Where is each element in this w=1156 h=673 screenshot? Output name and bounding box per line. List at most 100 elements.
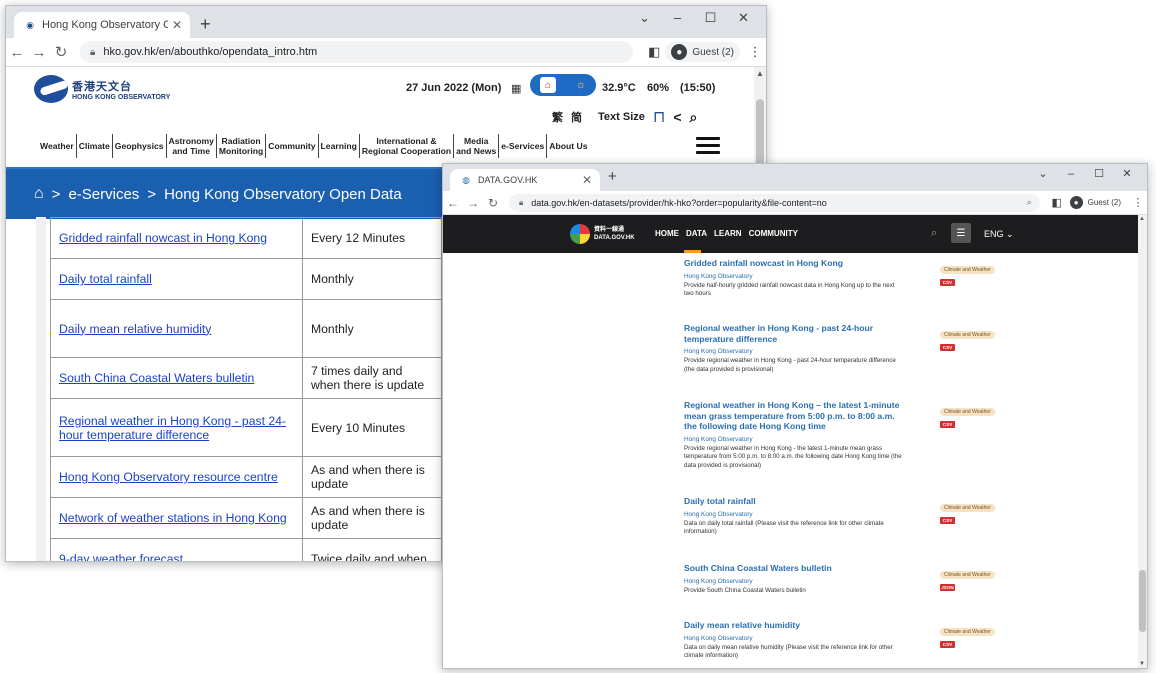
nav-radiation[interactable]: Radiation Monitoring [217,134,267,158]
close-window-icon[interactable]: ✕ [727,6,760,30]
home-icon[interactable]: ⌂ [34,185,44,203]
nav-home[interactable]: HOME [655,229,679,238]
nav-community[interactable]: Community [266,134,319,158]
tab-search-chevron-icon[interactable]: ⌄ [1029,164,1057,184]
scroll-up-icon[interactable]: ▲ [1139,216,1145,222]
nav-community[interactable]: COMMUNITY [749,229,798,238]
dataset-link[interactable]: Network of weather stations in Hong Kong [50,497,303,539]
weather-warning-house-icon[interactable]: ⌂ [539,77,556,93]
share-icon[interactable]: < [673,109,681,125]
new-tab-plus-icon[interactable]: + [608,168,617,185]
dataset-link[interactable]: Gridded rainfall nowcast in Hong Kong [50,217,303,259]
reload-icon[interactable]: ↻ [50,43,72,61]
category-badge[interactable]: Climate and Weather [940,504,995,512]
minimize-icon[interactable]: – [661,6,694,30]
dataset-provider[interactable]: Hong Kong Observatory [684,635,904,642]
profile-button[interactable]: ● Guest (2) [1066,194,1125,211]
dataset-title[interactable]: Daily total rainfall [684,496,904,507]
bookmark-icon[interactable]: ⊓ [653,107,665,127]
weather-icons-pill[interactable]: ⌂ ☼ [530,74,596,96]
calendar-icon[interactable]: ▦ [511,82,521,95]
category-badge[interactable]: Climate and Weather [940,266,995,274]
new-tab-plus-icon[interactable]: + [200,14,211,35]
close-tab-icon[interactable]: ✕ [578,173,596,187]
dataset-link[interactable]: Daily total rainfall [50,258,303,300]
forward-arrow-icon[interactable]: → [28,44,50,61]
dataset-title[interactable]: Regional weather in Hong Kong - past 24-… [684,323,904,344]
search-icon[interactable]: ⌕ [931,227,937,240]
dataset-provider[interactable]: Hong Kong Observatory [684,511,904,518]
datagov-logo[interactable]: 資料一線通 DATA.GOV.HK [570,224,635,244]
dataset-link[interactable]: Daily mean relative humidity [50,299,303,358]
minimize-icon[interactable]: – [1057,164,1085,184]
dataset-provider[interactable]: Hong Kong Observatory [684,436,904,443]
url-text[interactable]: data.gov.hk/en-datasets/provider/hk-hko?… [531,198,827,208]
dataset-provider[interactable]: Hong Kong Observatory [684,578,904,585]
side-panel-icon[interactable]: ◧ [643,44,665,60]
dataset-title[interactable]: South China Coastal Waters bulletin [684,563,904,574]
dataset-provider[interactable]: Hong Kong Observatory [684,273,904,280]
lock-icon[interactable]: 🔒︎ [90,47,95,58]
nav-astronomy[interactable]: Astronomy and Time [167,134,217,158]
category-badge[interactable]: Climate and Weather [940,571,995,579]
language-selector[interactable]: ENG ⌄ [984,229,1014,240]
nav-about[interactable]: About Us [547,134,589,158]
forward-arrow-icon[interactable]: → [463,196,483,210]
nav-geophysics[interactable]: Geophysics [113,134,167,158]
dataset-title[interactable]: Regional weather in Hong Kong – the late… [684,400,904,432]
dataset-title[interactable]: Daily mean relative humidity [684,620,904,631]
hko-logo[interactable]: 香港天文台 HONG KONG OBSERVATORY [34,75,170,103]
search-icon[interactable]: ⌕ [690,109,698,126]
text-size-button[interactable]: Text Size [598,111,645,123]
dataset-item[interactable]: Gridded rainfall nowcast in Hong Kong Ho… [684,258,995,299]
category-badge[interactable]: Climate and Weather [940,628,995,636]
scrollbar-thumb[interactable] [1139,570,1146,632]
scrollbar-thumb[interactable] [756,99,764,169]
tab-datagovhk[interactable]: ◍ DATA.GOV.HK ✕ [450,169,600,191]
nav-weather[interactable]: Weather [38,134,77,158]
address-bar[interactable]: 🔒︎ hko.gov.hk/en/abouthko/opendata_intro… [80,41,634,63]
breadcrumb-eservices[interactable]: e-Services [68,186,139,203]
maximize-icon[interactable]: ☐ [694,6,727,30]
category-badge[interactable]: Climate and Weather [940,331,995,339]
maximize-icon[interactable]: ☐ [1085,164,1113,184]
dataset-item[interactable]: Daily total rainfall Hong Kong Observato… [684,496,995,537]
dataset-item[interactable]: Regional weather in Hong Kong - past 24-… [684,323,995,374]
nav-learn[interactable]: LEARN [714,229,742,238]
reload-icon[interactable]: ↻ [483,196,503,210]
nav-media[interactable]: Media and News [454,134,500,158]
page-scrollbar[interactable]: ▲ ▼ [1138,215,1147,668]
dataset-link[interactable]: South China Coastal Waters bulletin [50,357,303,399]
scroll-up-icon[interactable]: ▲ [756,69,764,78]
menu-kebab-icon[interactable]: ⋮ [744,44,766,60]
tab-search-chevron-icon[interactable]: ⌄ [628,6,661,30]
tab-hko-open-data[interactable]: ◉ Hong Kong Observatory Open D ✕ [14,12,190,38]
dataset-item[interactable]: Daily mean relative humidity Hong Kong O… [684,620,995,661]
address-bar[interactable]: 🔒︎ data.gov.hk/en-datasets/provider/hk-h… [509,193,1040,212]
nav-eservices[interactable]: e-Services [499,134,548,158]
scroll-down-icon[interactable]: ▼ [1139,661,1145,667]
nav-data[interactable]: DATA [686,229,707,238]
menu-kebab-icon[interactable]: ⋮ [1129,196,1147,209]
dataset-link[interactable]: Regional weather in Hong Kong - past 24-… [50,398,303,457]
nav-climate[interactable]: Climate [77,134,113,158]
dataset-title[interactable]: Gridded rainfall nowcast in Hong Kong [684,258,904,269]
back-arrow-icon[interactable]: ← [6,44,28,61]
accessibility-icon[interactable]: ☰ [951,223,971,243]
dataset-provider[interactable]: Hong Kong Observatory [684,348,904,355]
close-window-icon[interactable]: ✕ [1113,164,1141,184]
lock-icon[interactable]: 🔒︎ [519,198,523,208]
side-panel-icon[interactable]: ◧ [1048,196,1066,209]
nav-international[interactable]: International & Regional Cooperation [360,134,455,158]
zoom-search-icon[interactable]: ⌕ [1027,197,1032,208]
nav-learning[interactable]: Learning [319,134,360,158]
lang-simplified-link[interactable]: 简 [571,109,582,125]
category-badge[interactable]: Climate and Weather [940,408,995,416]
profile-button[interactable]: ● Guest (2) [665,42,740,62]
back-arrow-icon[interactable]: ← [443,196,463,210]
url-text[interactable]: hko.gov.hk/en/abouthko/opendata_intro.ht… [103,46,317,58]
dataset-link[interactable]: 9-day weather forecast [50,538,303,561]
lang-traditional-link[interactable]: 繁 [552,109,563,125]
sunny-icon[interactable]: ☼ [576,79,586,91]
dataset-item[interactable]: South China Coastal Waters bulletin Hong… [684,563,995,595]
